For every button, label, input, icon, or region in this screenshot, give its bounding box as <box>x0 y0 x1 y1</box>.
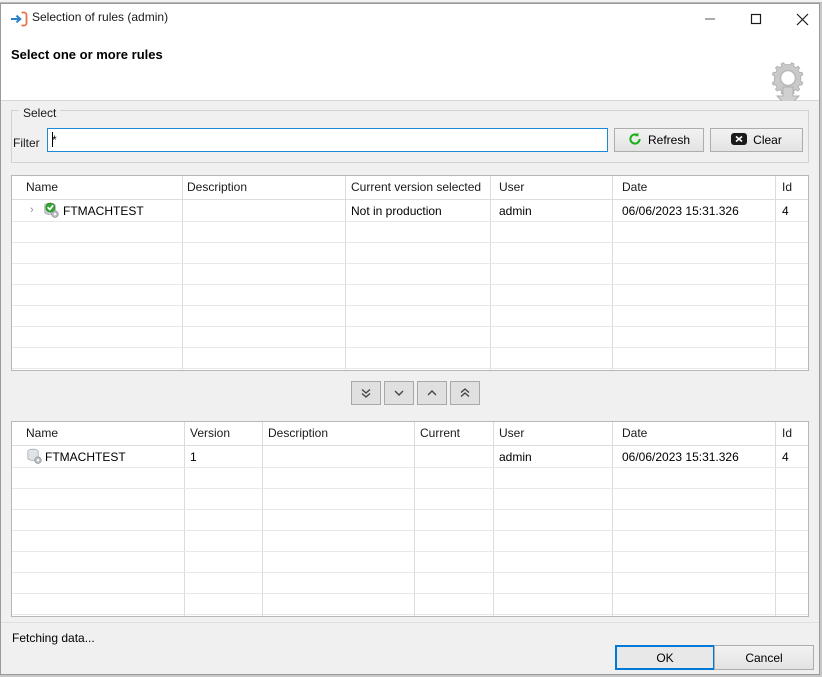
column-header-description[interactable]: Description <box>268 426 328 440</box>
column-header-current-version-selected[interactable]: Current version selected <box>351 180 481 194</box>
move-all-down-button[interactable] <box>351 381 381 405</box>
cell-version: 1 <box>190 450 197 464</box>
row-divider <box>12 221 808 222</box>
window-title: Selection of rules (admin) <box>32 10 169 24</box>
cell-date: 06/06/2023 15:31.326 <box>622 450 739 464</box>
column-header-date[interactable]: Date <box>622 180 647 194</box>
column-header-description[interactable]: Description <box>187 180 247 194</box>
versions-table-header: Name Version Description Current User Da… <box>12 422 808 446</box>
row-divider <box>12 593 808 594</box>
column-header-id[interactable]: Id <box>782 180 792 194</box>
column-header-version[interactable]: Version <box>190 426 230 440</box>
cell-user: admin <box>499 450 532 464</box>
double-chevron-up-icon <box>460 388 470 398</box>
cell-date: 06/06/2023 15:31.326 <box>622 204 739 218</box>
maximize-button[interactable] <box>733 4 779 34</box>
cell-id: 4 <box>782 450 789 464</box>
rules-table-header: Name Description Current version selecte… <box>12 176 808 200</box>
refresh-button-label: Refresh <box>647 133 691 147</box>
versions-table[interactable]: Name Version Description Current User Da… <box>11 421 809 617</box>
double-chevron-down-icon <box>361 388 371 398</box>
expand-chevron-icon[interactable]: › <box>30 204 34 216</box>
refresh-circular-arrow-icon <box>628 132 642 149</box>
ok-button-label: OK <box>656 650 674 665</box>
column-header-date[interactable]: Date <box>622 426 647 440</box>
cancel-button-label: Cancel <box>745 650 783 665</box>
dialog-body: Select Filter Refresh Clear <box>1 101 819 622</box>
cell-user: admin <box>499 204 532 218</box>
row-divider <box>12 284 808 285</box>
column-header-user[interactable]: User <box>499 180 524 194</box>
row-divider <box>12 509 808 510</box>
row-divider <box>12 368 808 369</box>
cell-id: 4 <box>782 204 789 218</box>
column-header-user[interactable]: User <box>499 426 524 440</box>
filter-label: Filter <box>13 136 40 150</box>
ok-button[interactable]: OK <box>615 645 715 670</box>
row-divider <box>12 551 808 552</box>
column-divider[interactable] <box>612 176 613 370</box>
clear-x-icon <box>731 132 748 148</box>
column-divider[interactable] <box>414 422 415 616</box>
column-header-name[interactable]: Name <box>26 426 58 440</box>
import-arrow-icon <box>10 11 28 27</box>
rule-green-check-gear-icon <box>43 202 59 218</box>
row-divider <box>12 530 808 531</box>
dialog-footer: Fetching data... OK Cancel <box>1 622 819 674</box>
cancel-button[interactable]: Cancel <box>714 645 814 670</box>
row-divider <box>12 305 808 306</box>
column-divider[interactable] <box>775 422 776 616</box>
column-divider[interactable] <box>493 422 494 616</box>
select-groupbox-legend: Select <box>19 106 61 120</box>
clear-button-label: Clear <box>753 133 782 147</box>
move-down-button[interactable] <box>384 381 414 405</box>
row-divider <box>12 242 808 243</box>
minimize-button[interactable] <box>687 4 733 34</box>
column-divider[interactable] <box>345 176 346 370</box>
column-header-id[interactable]: Id <box>782 426 792 440</box>
row-divider <box>12 614 808 615</box>
title-bar: Selection of rules (admin) <box>1 4 819 34</box>
column-divider[interactable] <box>262 422 263 616</box>
dialog-header: Select one or more rules <box>1 34 819 109</box>
column-divider[interactable] <box>775 176 776 370</box>
page-title: Select one or more rules <box>11 47 163 62</box>
close-button[interactable] <box>779 4 822 34</box>
rules-table[interactable]: Name Description Current version selecte… <box>11 175 809 371</box>
column-divider[interactable] <box>490 176 491 370</box>
cell-name: FTMACHTEST <box>63 204 144 218</box>
row-divider <box>12 488 808 489</box>
rule-version-grey-icon <box>26 448 42 464</box>
refresh-button[interactable]: Refresh <box>614 128 704 152</box>
column-divider[interactable] <box>612 422 613 616</box>
rule-selection-dialog: Selection of rules (admin) Select one or… <box>0 3 820 675</box>
chevron-up-icon <box>427 390 437 396</box>
row-divider <box>12 347 808 348</box>
column-header-name[interactable]: Name <box>26 180 58 194</box>
clear-button[interactable]: Clear <box>710 128 803 152</box>
move-up-button[interactable] <box>417 381 447 405</box>
row-divider <box>12 326 808 327</box>
filter-input[interactable] <box>47 128 608 152</box>
chevron-down-icon <box>394 390 404 396</box>
cell-current-version-selected: Not in production <box>351 204 442 218</box>
footer-divider <box>1 622 819 623</box>
text-caret <box>52 132 53 147</box>
column-divider[interactable] <box>182 176 183 370</box>
row-divider <box>12 572 808 573</box>
column-divider[interactable] <box>184 422 185 616</box>
row-divider <box>12 467 808 468</box>
move-all-up-button[interactable] <box>450 381 480 405</box>
cell-name: FTMACHTEST <box>45 450 126 464</box>
status-message: Fetching data... <box>12 631 95 645</box>
row-divider <box>12 263 808 264</box>
column-header-current[interactable]: Current <box>420 426 460 440</box>
